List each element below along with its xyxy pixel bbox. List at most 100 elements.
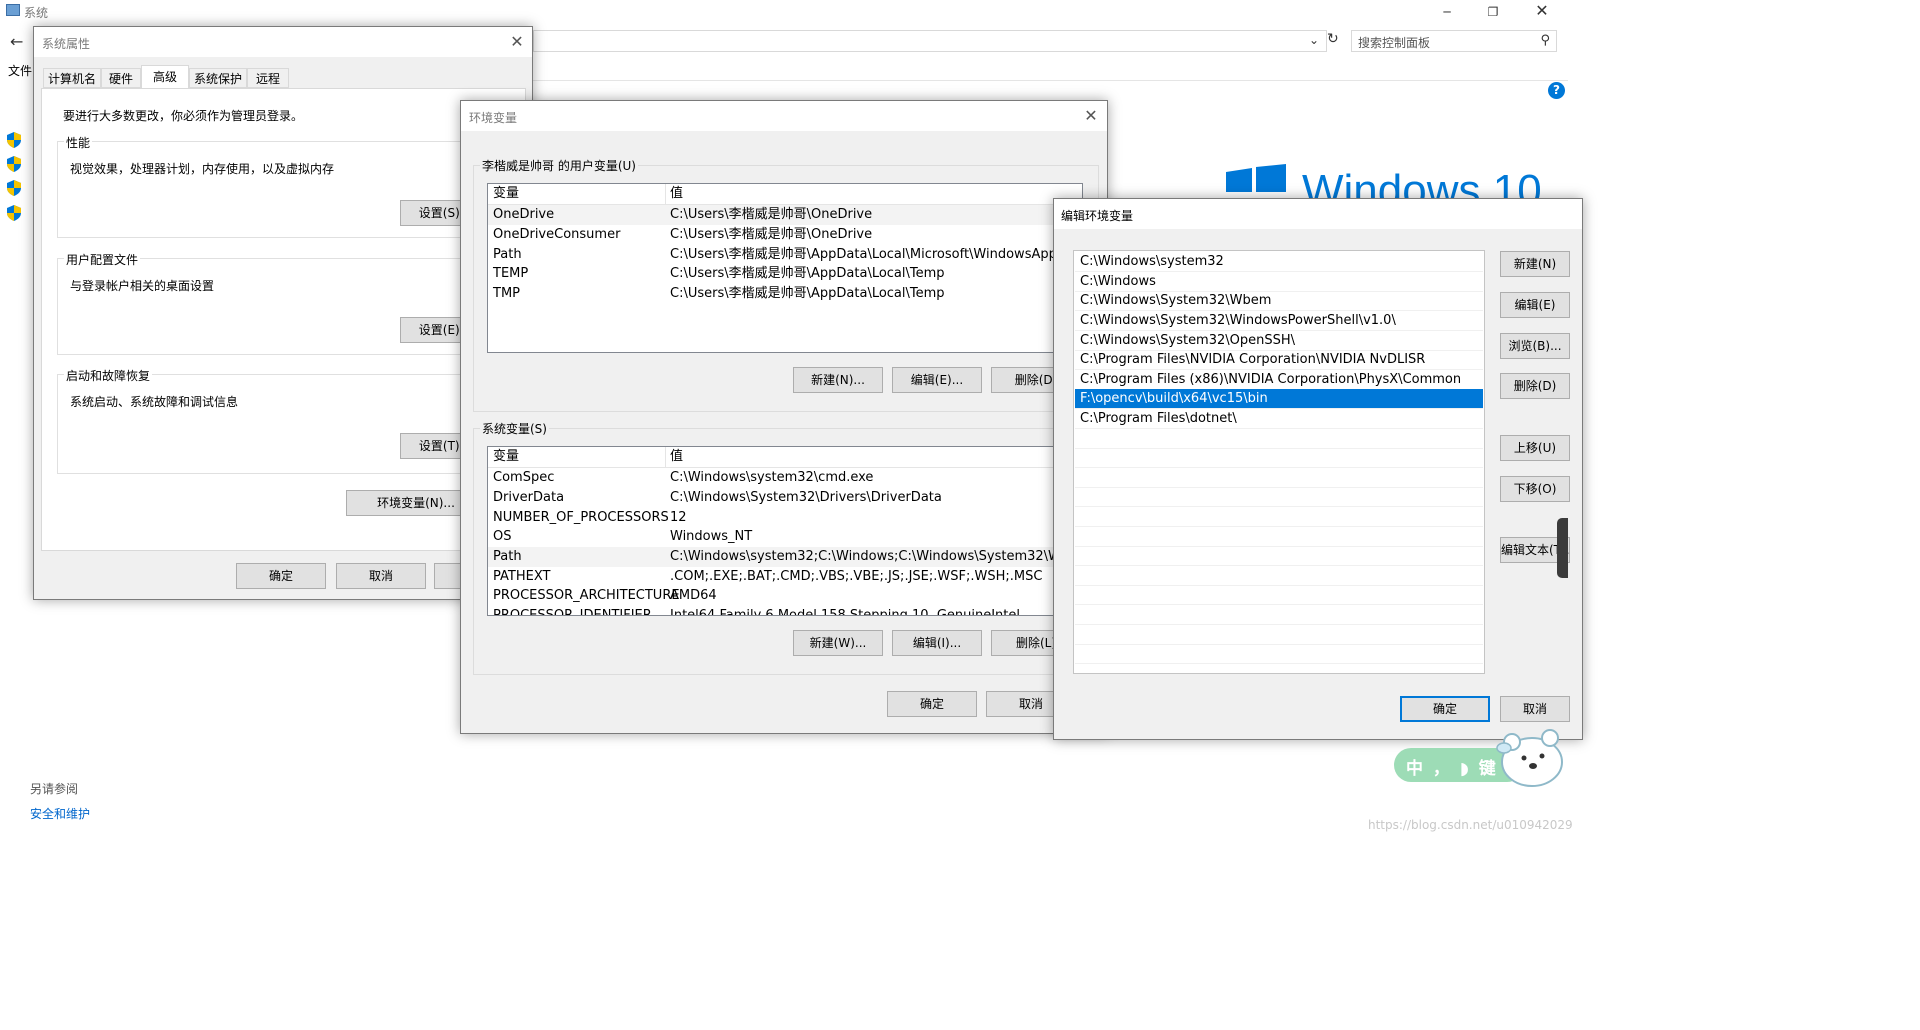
table-row[interactable]: NUMBER_OF_PROCESSORS 12 <box>488 508 1082 528</box>
env-ok-button[interactable]: 确定 <box>887 691 977 717</box>
list-item[interactable]: C:\Program Files\dotnet\ <box>1075 409 1483 429</box>
menu-divider <box>533 80 1568 81</box>
list-item[interactable] <box>1075 566 1483 586</box>
system-new-button[interactable]: 新建(W)... <box>793 630 883 656</box>
table-row[interactable]: Path C:\Windows\system32;C:\Windows;C:\W… <box>488 547 1082 567</box>
table-row[interactable]: OneDriveConsumer C:\Users\李楷威是帅哥\OneDriv… <box>488 225 1082 245</box>
list-item-selected[interactable]: F:\opencv\build\x64\vc15\bin <box>1075 389 1483 409</box>
list-item[interactable]: C:\Program Files\NVIDIA Corporation\NVID… <box>1075 350 1483 370</box>
user-new-button[interactable]: 新建(N)... <box>793 367 883 393</box>
tab-computer-name[interactable]: 计算机名 <box>43 68 101 88</box>
startup-title: 启动和故障恢复 <box>64 367 153 384</box>
list-item[interactable] <box>1075 585 1483 605</box>
list-item[interactable]: C:\Windows\system32 <box>1075 252 1483 272</box>
edit-delete-button[interactable]: 删除(D) <box>1500 373 1570 399</box>
table-row[interactable]: PROCESSOR_ARCHITECTURE AMD64 <box>488 586 1082 606</box>
tab-system-protection[interactable]: 系统保护 <box>189 68 247 88</box>
user-vars-list[interactable]: 变量 值 OneDrive C:\Users\李楷威是帅哥\OneDrive O… <box>487 183 1083 353</box>
table-row[interactable]: TMP C:\Users\李楷威是帅哥\AppData\Local\Temp <box>488 284 1082 304</box>
column-header-value[interactable]: 值 <box>670 184 1080 204</box>
var-value: 12 <box>670 510 687 525</box>
list-item[interactable]: C:\Windows\System32\OpenSSH\ <box>1075 331 1483 351</box>
table-row[interactable]: OneDrive C:\Users\李楷威是帅哥\OneDrive <box>488 205 1082 225</box>
var-value: C:\Windows\System32\Drivers\DriverData <box>670 490 942 505</box>
edit-edit-button[interactable]: 编辑(E) <box>1500 292 1570 318</box>
move-down-button[interactable]: 下移(O) <box>1500 476 1570 502</box>
windows-logo: Windows 10 <box>1226 164 1566 198</box>
see-also-label: 另请参阅 <box>30 782 79 796</box>
ime-label: 中 ， ◗ 键 <box>1406 759 1498 779</box>
list-item[interactable] <box>1075 546 1483 566</box>
refresh-icon[interactable]: ↻ <box>1327 31 1339 47</box>
admin-note: 要进行大多数更改，你必须作为管理员登录。 <box>63 109 304 123</box>
table-row[interactable]: PATHEXT .COM;.EXE;.BAT;.CMD;.VBS;.VBE;.J… <box>488 567 1082 587</box>
var-value: C:\Users\李楷威是帅哥\AppData\Local\Temp <box>670 286 945 301</box>
list-item[interactable]: C:\Windows\System32\Wbem <box>1075 291 1483 311</box>
search-input[interactable]: 搜索控制面板 ⚲ <box>1351 30 1557 52</box>
list-item[interactable] <box>1075 644 1483 664</box>
list-item[interactable] <box>1075 429 1483 449</box>
column-header-variable[interactable]: 变量 <box>493 447 519 467</box>
move-up-button[interactable]: 上移(U) <box>1500 435 1570 461</box>
var-value: C:\Users\李楷威是帅哥\AppData\Local\Microsoft\… <box>670 247 1080 262</box>
list-item[interactable]: C:\Program Files (x86)\NVIDIA Corporatio… <box>1075 370 1483 390</box>
column-header-variable[interactable]: 变量 <box>493 184 519 204</box>
table-row[interactable]: ComSpec C:\Windows\system32\cmd.exe <box>488 468 1082 488</box>
system-props-cancel-button[interactable]: 取消 <box>336 563 426 589</box>
security-link[interactable]: 安全和维护 <box>30 805 90 822</box>
var-value: Intel64 Family 6 Model 158 Stepping 10, … <box>670 608 1021 616</box>
list-item[interactable] <box>1075 448 1483 468</box>
list-item[interactable] <box>1075 468 1483 488</box>
table-row[interactable]: PROCESSOR_IDENTIFIER Intel64 Family 6 Mo… <box>488 606 1082 616</box>
performance-title: 性能 <box>64 134 93 151</box>
list-item[interactable] <box>1075 625 1483 645</box>
var-name: Path <box>493 247 522 262</box>
minimize-button[interactable]: ─ <box>1437 2 1457 22</box>
windows-logo-icon <box>1226 164 1286 192</box>
close-icon[interactable]: ✕ <box>1530 0 1554 22</box>
user-edit-button[interactable]: 编辑(E)... <box>892 367 982 393</box>
user-vars-title: 李楷威是帅哥 的用户变量(U) <box>480 157 638 174</box>
list-header: 变量 值 <box>488 447 1082 468</box>
tab-advanced[interactable]: 高级 <box>141 65 189 89</box>
env-vars-dialog: 环境变量 ✕ 李楷威是帅哥 的用户变量(U) 变量 值 OneDrive C:\… <box>460 100 1108 734</box>
help-icon[interactable]: ? <box>1548 82 1565 99</box>
watermark: https://blog.csdn.net/u010942029 <box>1368 818 1573 832</box>
address-bar[interactable] <box>533 30 1327 52</box>
tab-remote[interactable]: 远程 <box>247 68 289 88</box>
var-value: Windows_NT <box>670 529 753 544</box>
system-props-ok-button[interactable]: 确定 <box>236 563 326 589</box>
path-entries-list[interactable]: C:\Windows\system32 C:\Windows C:\Window… <box>1073 250 1485 674</box>
side-widget[interactable] <box>1557 518 1568 578</box>
close-icon[interactable]: ✕ <box>1080 105 1102 127</box>
table-row[interactable]: TEMP C:\Users\李楷威是帅哥\AppData\Local\Temp <box>488 264 1082 284</box>
edit-ok-button[interactable]: 确定 <box>1400 696 1490 722</box>
edit-browse-button[interactable]: 浏览(B)... <box>1500 333 1570 359</box>
list-item[interactable] <box>1075 507 1483 527</box>
table-row[interactable]: OS Windows_NT <box>488 527 1082 547</box>
back-arrow-icon[interactable]: ← <box>10 32 23 51</box>
system-edit-button[interactable]: 编辑(I)... <box>892 630 982 656</box>
column-header-value[interactable]: 值 <box>670 447 1080 467</box>
var-value: C:\Users\李楷威是帅哥\OneDrive <box>670 207 873 222</box>
list-item[interactable] <box>1075 487 1483 507</box>
menu-file[interactable]: 文件 <box>8 62 32 79</box>
edit-cancel-button[interactable]: 取消 <box>1500 696 1570 722</box>
list-item[interactable] <box>1075 605 1483 625</box>
var-value: C:\Users\李楷威是帅哥\AppData\Local\Temp <box>670 266 945 281</box>
var-name: TMP <box>493 286 520 301</box>
edit-new-button[interactable]: 新建(N) <box>1500 251 1570 277</box>
polar-bear-mascot-icon <box>1496 729 1563 787</box>
table-row[interactable]: Path C:\Users\李楷威是帅哥\AppData\Local\Micro… <box>488 245 1082 265</box>
maximize-button[interactable]: ❐ <box>1483 2 1503 22</box>
list-item[interactable]: C:\Windows\System32\WindowsPowerShell\v1… <box>1075 311 1483 331</box>
table-row[interactable]: DriverData C:\Windows\System32\Drivers\D… <box>488 488 1082 508</box>
system-vars-list[interactable]: 变量 值 ComSpec C:\Windows\system32\cmd.exe… <box>487 446 1083 616</box>
tab-hardware[interactable]: 硬件 <box>101 68 141 88</box>
list-item[interactable] <box>1075 527 1483 547</box>
list-item[interactable]: C:\Windows <box>1075 272 1483 292</box>
close-icon[interactable]: ✕ <box>506 31 528 53</box>
var-value: C:\Windows\system32\cmd.exe <box>670 470 874 485</box>
titlebar: 系统属性 ✕ <box>34 27 532 57</box>
chevron-down-icon[interactable]: ⌄ <box>1309 33 1319 47</box>
